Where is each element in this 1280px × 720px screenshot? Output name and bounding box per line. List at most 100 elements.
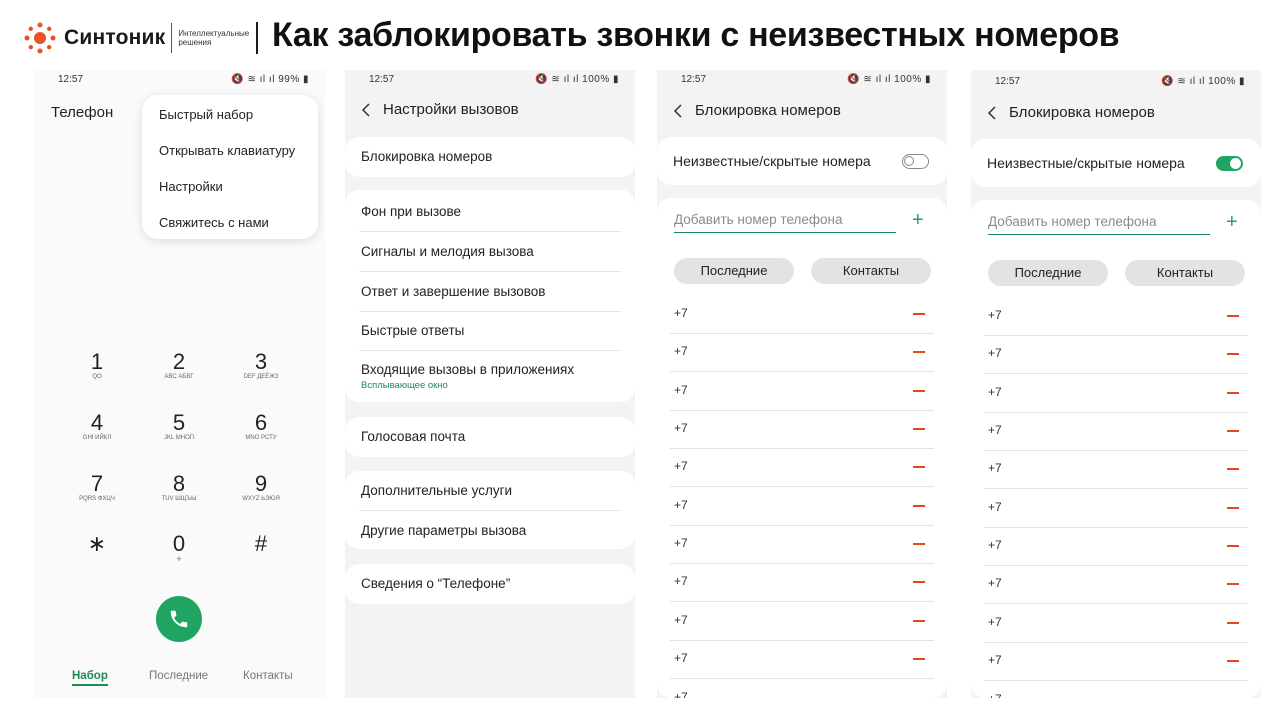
blocked-number: +7	[674, 498, 688, 512]
back-arrow-icon[interactable]	[987, 105, 997, 120]
contacts-button[interactable]: Контакты	[1125, 260, 1245, 286]
key-1[interactable]: 1 QO	[67, 350, 127, 381]
unknown-numbers-toggle[interactable]	[1216, 156, 1243, 171]
battery-level: 100%	[582, 74, 610, 85]
key-5[interactable]: 5 JKL МНОП	[149, 411, 209, 442]
key-6[interactable]: 6 MNO РСТУ	[231, 411, 291, 442]
add-number-input[interactable]: Добавить номер телефона	[674, 212, 896, 233]
signal-icons: 🔇 ≋ ıl ıl	[231, 74, 279, 85]
recent-button[interactable]: Последние	[988, 260, 1108, 286]
key-3[interactable]: 3 DEF ДЕЁЖЗ	[231, 350, 291, 381]
remove-icon[interactable]	[913, 620, 925, 622]
blocked-number: +7	[674, 421, 688, 435]
remove-icon[interactable]	[1227, 430, 1239, 432]
overflow-menu: Быстрый набор Открывать клавиатуру Настр…	[142, 95, 318, 239]
key-digit: ∗	[87, 531, 107, 556]
key-2[interactable]: 2 ABC АБВГ	[149, 350, 209, 381]
unknown-numbers-toggle[interactable]	[902, 154, 929, 169]
key-8[interactable]: 8 TUV ШЩЪЫ	[149, 472, 209, 503]
setting-quick-replies[interactable]: Быстрые ответы	[361, 323, 621, 338]
remove-icon[interactable]	[1227, 622, 1239, 624]
remove-icon[interactable]	[913, 543, 925, 545]
contacts-button[interactable]: Контакты	[811, 258, 931, 284]
back-arrow-icon[interactable]	[673, 103, 683, 118]
setting-ringtones[interactable]: Сигналы и мелодия вызова	[361, 244, 621, 259]
blocked-number-row: +7	[657, 449, 947, 487]
setting-additional-services[interactable]: Дополнительные услуги	[361, 483, 621, 498]
key-digit: 7	[90, 471, 104, 496]
tab-dial[interactable]: Набор	[72, 670, 108, 686]
blocked-number-row: +7	[657, 296, 947, 334]
call-button[interactable]	[156, 596, 202, 642]
remove-icon[interactable]	[1227, 468, 1239, 470]
menu-item-speed-dial[interactable]: Быстрый набор	[159, 107, 253, 122]
key-letters: TUV ШЩЪЫ	[161, 496, 197, 502]
remove-icon[interactable]	[1227, 545, 1239, 547]
setting-label: Входящие вызовы в приложениях	[361, 362, 575, 377]
setting-about-phone[interactable]: Сведения о “Телефоне”	[361, 576, 621, 591]
status-icons: 🔇 ≋ ıl ıl 100% ▮	[535, 74, 619, 85]
remove-icon[interactable]	[1227, 315, 1239, 317]
remove-icon[interactable]	[1227, 660, 1239, 662]
setting-other-call-params[interactable]: Другие параметры вызова	[361, 523, 621, 538]
blocked-number-row: +7	[657, 373, 947, 411]
blocked-number: +7	[674, 613, 688, 627]
settings-card-about: Сведения о “Телефоне”	[345, 564, 635, 604]
remove-icon[interactable]	[913, 466, 925, 468]
key-star[interactable]: ∗	[67, 532, 127, 556]
key-hash[interactable]: #	[231, 532, 291, 556]
divider	[359, 350, 621, 351]
remove-icon[interactable]	[913, 658, 925, 660]
remove-icon[interactable]	[1227, 583, 1239, 585]
settings-card-block: Блокировка номеров	[345, 137, 635, 177]
recent-button[interactable]: Последние	[674, 258, 794, 284]
battery-icon: ▮	[1235, 76, 1245, 87]
setting-answer-end[interactable]: Ответ и завершение вызовов	[361, 284, 621, 299]
tab-contacts[interactable]: Контакты	[243, 670, 293, 682]
brand-logo: Синтоник Интеллектуальные решения	[22, 20, 258, 56]
blocked-number: +7	[674, 306, 688, 320]
status-icons: 🔇 ≋ ıl ıl 100% ▮	[847, 74, 931, 85]
block-list-card: Добавить номер телефона + Последние Конт…	[971, 200, 1261, 698]
phone-screen-call-settings: 12:57 🔇 ≋ ıl ıl 100% ▮ Настройки вызовов…	[345, 70, 635, 698]
menu-item-contact-us[interactable]: Свяжитесь с нами	[159, 215, 269, 230]
remove-icon[interactable]	[913, 428, 925, 430]
signal-icons: 🔇 ≋ ıl ıl	[847, 74, 895, 85]
setting-call-background[interactable]: Фон при вызове	[361, 204, 621, 219]
tab-recent[interactable]: Последние	[149, 670, 208, 682]
remove-icon[interactable]	[913, 351, 925, 353]
remove-icon[interactable]	[913, 581, 925, 583]
menu-item-settings[interactable]: Настройки	[159, 179, 223, 194]
add-plus-icon[interactable]: +	[912, 209, 924, 232]
remove-icon[interactable]	[913, 390, 925, 392]
add-plus-icon[interactable]: +	[1226, 211, 1238, 234]
blocked-number-row: +7	[971, 451, 1261, 489]
add-number-input[interactable]: Добавить номер телефона	[988, 214, 1210, 235]
remove-icon[interactable]	[913, 313, 925, 315]
blocked-number-row: +7	[971, 528, 1261, 566]
key-7[interactable]: 7 PQRS ФХЦЧ	[67, 472, 127, 503]
blocked-number: +7	[988, 692, 1002, 698]
setting-block-numbers[interactable]: Блокировка номеров	[361, 149, 621, 164]
key-4[interactable]: 4 GHI ИЙКЛ	[67, 411, 127, 442]
setting-voicemail[interactable]: Голосовая почта	[361, 429, 621, 444]
status-icons: 🔇 ≋ ıl ıl 99% ▮	[231, 74, 309, 85]
remove-icon[interactable]	[913, 505, 925, 507]
setting-sublabel: Всплывающее окно	[361, 380, 448, 391]
remove-icon[interactable]	[1227, 507, 1239, 509]
setting-in-app-calls[interactable]: Входящие вызовы в приложениях Всплывающе…	[361, 362, 621, 391]
key-letters: JKL МНОП	[163, 435, 195, 441]
divider	[359, 311, 621, 312]
blocked-number-row: +7	[971, 336, 1261, 374]
blocked-number: +7	[988, 423, 1002, 437]
remove-icon[interactable]	[1227, 353, 1239, 355]
settings-card-extra: Дополнительные услуги Другие параметры в…	[345, 471, 635, 549]
remove-icon[interactable]	[1227, 392, 1239, 394]
back-arrow-icon[interactable]	[361, 102, 371, 117]
key-digit: 1	[90, 349, 104, 374]
key-9[interactable]: 9 WXYZ ЬЭЮЯ	[231, 472, 291, 503]
key-0[interactable]: 0 +	[149, 532, 209, 564]
key-letters: GHI ИЙКЛ	[82, 435, 112, 441]
menu-item-open-keypad[interactable]: Открывать клавиатуру	[159, 143, 295, 158]
toggle-knob	[1230, 158, 1241, 169]
